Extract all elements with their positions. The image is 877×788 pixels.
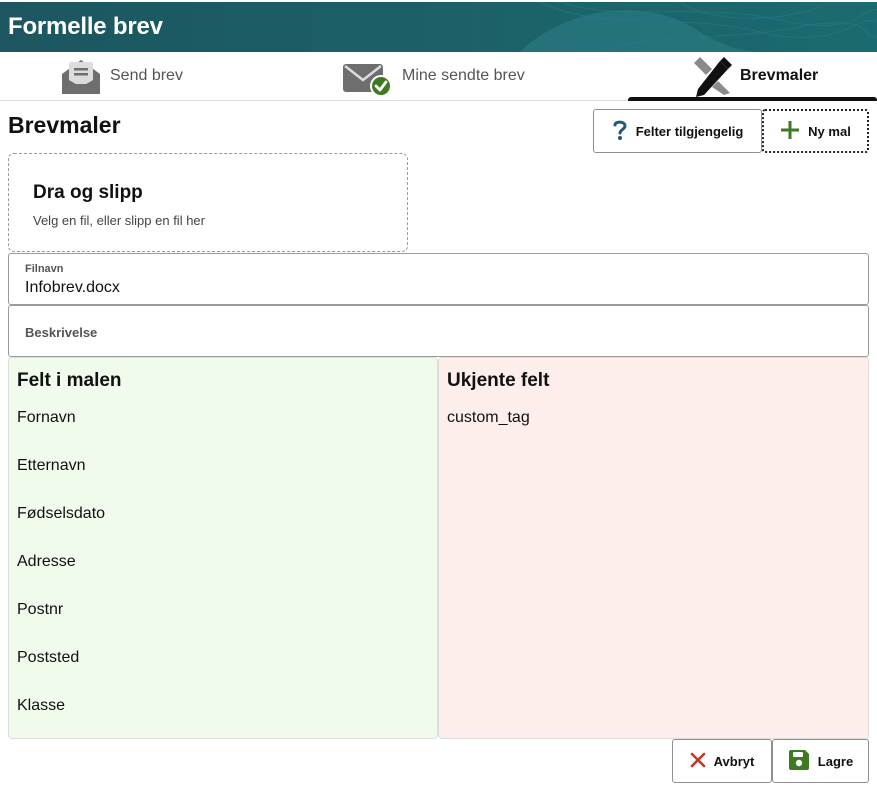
tab-templates[interactable]: Brevmaler xyxy=(628,52,877,101)
available-fields-button[interactable]: Felter tilgjengelig xyxy=(593,109,762,153)
page-title: Brevmaler xyxy=(8,112,121,138)
envelope-check-icon xyxy=(342,56,394,96)
list-item: Postnr xyxy=(17,601,64,618)
available-fields-label: Felter tilgjengelig xyxy=(635,123,744,139)
tab-sent-letters[interactable]: Mine sendte brev xyxy=(342,52,525,100)
dropzone-subtitle: Velg en fil, eller slipp en fil her xyxy=(33,213,205,228)
tab-templates-label: Brevmaler xyxy=(740,67,819,84)
filename-field[interactable]: Filnavn Infobrev.docx xyxy=(8,253,869,305)
tab-bar: Send brev Mine sendte brev Brevmaler xyxy=(0,52,877,101)
unknown-fields-title: Ukjente felt xyxy=(447,370,550,391)
list-item: custom_tag xyxy=(447,409,530,426)
active-tab-indicator xyxy=(628,97,877,101)
plus-icon xyxy=(780,120,800,143)
file-dropzone[interactable]: Dra og slipp Velg en fil, eller slipp en… xyxy=(8,153,408,252)
known-fields-title: Felt i malen xyxy=(17,370,122,391)
floppy-disk-icon xyxy=(788,749,810,774)
known-fields-panel: Felt i malen Fornavn Etternavn Fødselsda… xyxy=(8,357,438,739)
save-label: Lagre xyxy=(817,753,854,769)
dropzone-title: Dra og slipp xyxy=(33,182,143,203)
unknown-fields-list: custom_tag xyxy=(447,409,530,457)
list-item: Klasse xyxy=(17,697,66,714)
pencil-ruler-icon xyxy=(690,55,732,97)
cancel-button[interactable]: Avbryt xyxy=(672,739,772,783)
question-icon xyxy=(612,119,628,144)
list-item: Poststed xyxy=(17,649,80,666)
tab-send-letter-label: Send brev xyxy=(110,67,183,84)
known-fields-list: Fornavn Etternavn Fødselsdato Adresse Po… xyxy=(17,409,105,745)
save-button[interactable]: Lagre xyxy=(772,739,869,783)
unknown-fields-panel: Ukjente felt custom_tag xyxy=(438,357,869,739)
envelope-open-icon xyxy=(60,56,102,96)
list-item: Fødselsdato xyxy=(17,505,106,522)
filename-label: Filnavn xyxy=(25,263,64,275)
app-title: Formelle brev xyxy=(8,13,163,40)
list-item: Etternavn xyxy=(17,457,86,474)
close-icon xyxy=(690,752,706,771)
description-label: Beskrivelse xyxy=(25,325,98,340)
cancel-label: Avbryt xyxy=(713,753,755,769)
new-template-label: Ny mal xyxy=(808,123,851,139)
list-item: Adresse xyxy=(17,553,76,570)
description-field[interactable]: Beskrivelse xyxy=(8,305,869,357)
tab-send-letter[interactable]: Send brev xyxy=(60,52,183,100)
filename-value[interactable]: Infobrev.docx xyxy=(25,279,120,297)
new-template-button[interactable]: Ny mal xyxy=(762,109,869,153)
tab-sent-letters-label: Mine sendte brev xyxy=(402,67,525,84)
list-item: Fornavn xyxy=(17,409,76,426)
app-header: Formelle brev xyxy=(0,2,877,52)
